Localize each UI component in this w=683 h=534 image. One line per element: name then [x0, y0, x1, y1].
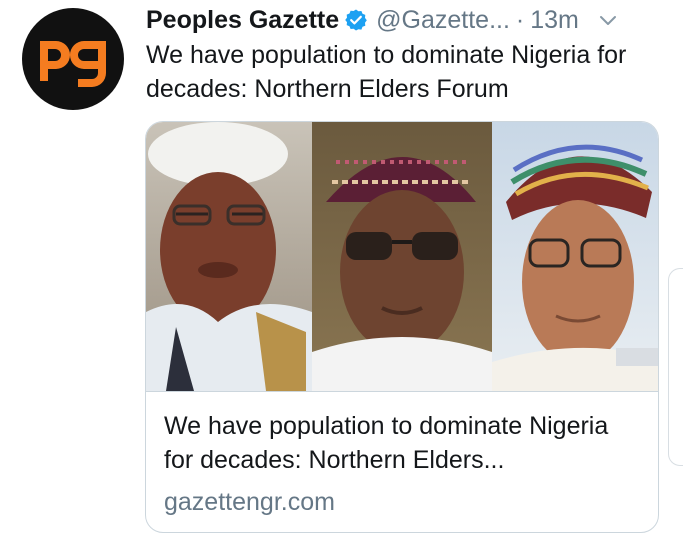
display-name[interactable]: Peoples Gazette: [146, 5, 339, 35]
separator-dot: ·: [515, 6, 525, 34]
user-handle[interactable]: @Gazette...: [376, 5, 510, 35]
link-card[interactable]: We have population to dominate Nigeria f…: [145, 121, 659, 533]
peoples-gazette-logo-icon: [40, 41, 106, 87]
side-panel-edge: [668, 268, 683, 466]
card-title[interactable]: We have population to dominate Nigeria f…: [164, 409, 644, 477]
avatar[interactable]: [22, 8, 124, 110]
card-divider: [146, 391, 658, 392]
tweet-text: We have population to dominate Nigeria f…: [146, 41, 627, 103]
timestamp[interactable]: 13m: [530, 5, 579, 35]
verified-badge-icon: [344, 8, 368, 32]
card-body[interactable]: We have population to dominate Nigeria f…: [164, 409, 644, 517]
tweet-header: Peoples Gazette @Gazette... · 13m: [146, 4, 666, 36]
tweet[interactable]: Peoples Gazette @Gazette... · 13m We hav…: [0, 0, 683, 534]
chevron-down-icon[interactable]: [597, 9, 619, 31]
card-domain[interactable]: gazettengr.com: [164, 487, 644, 517]
card-image[interactable]: [146, 122, 658, 391]
